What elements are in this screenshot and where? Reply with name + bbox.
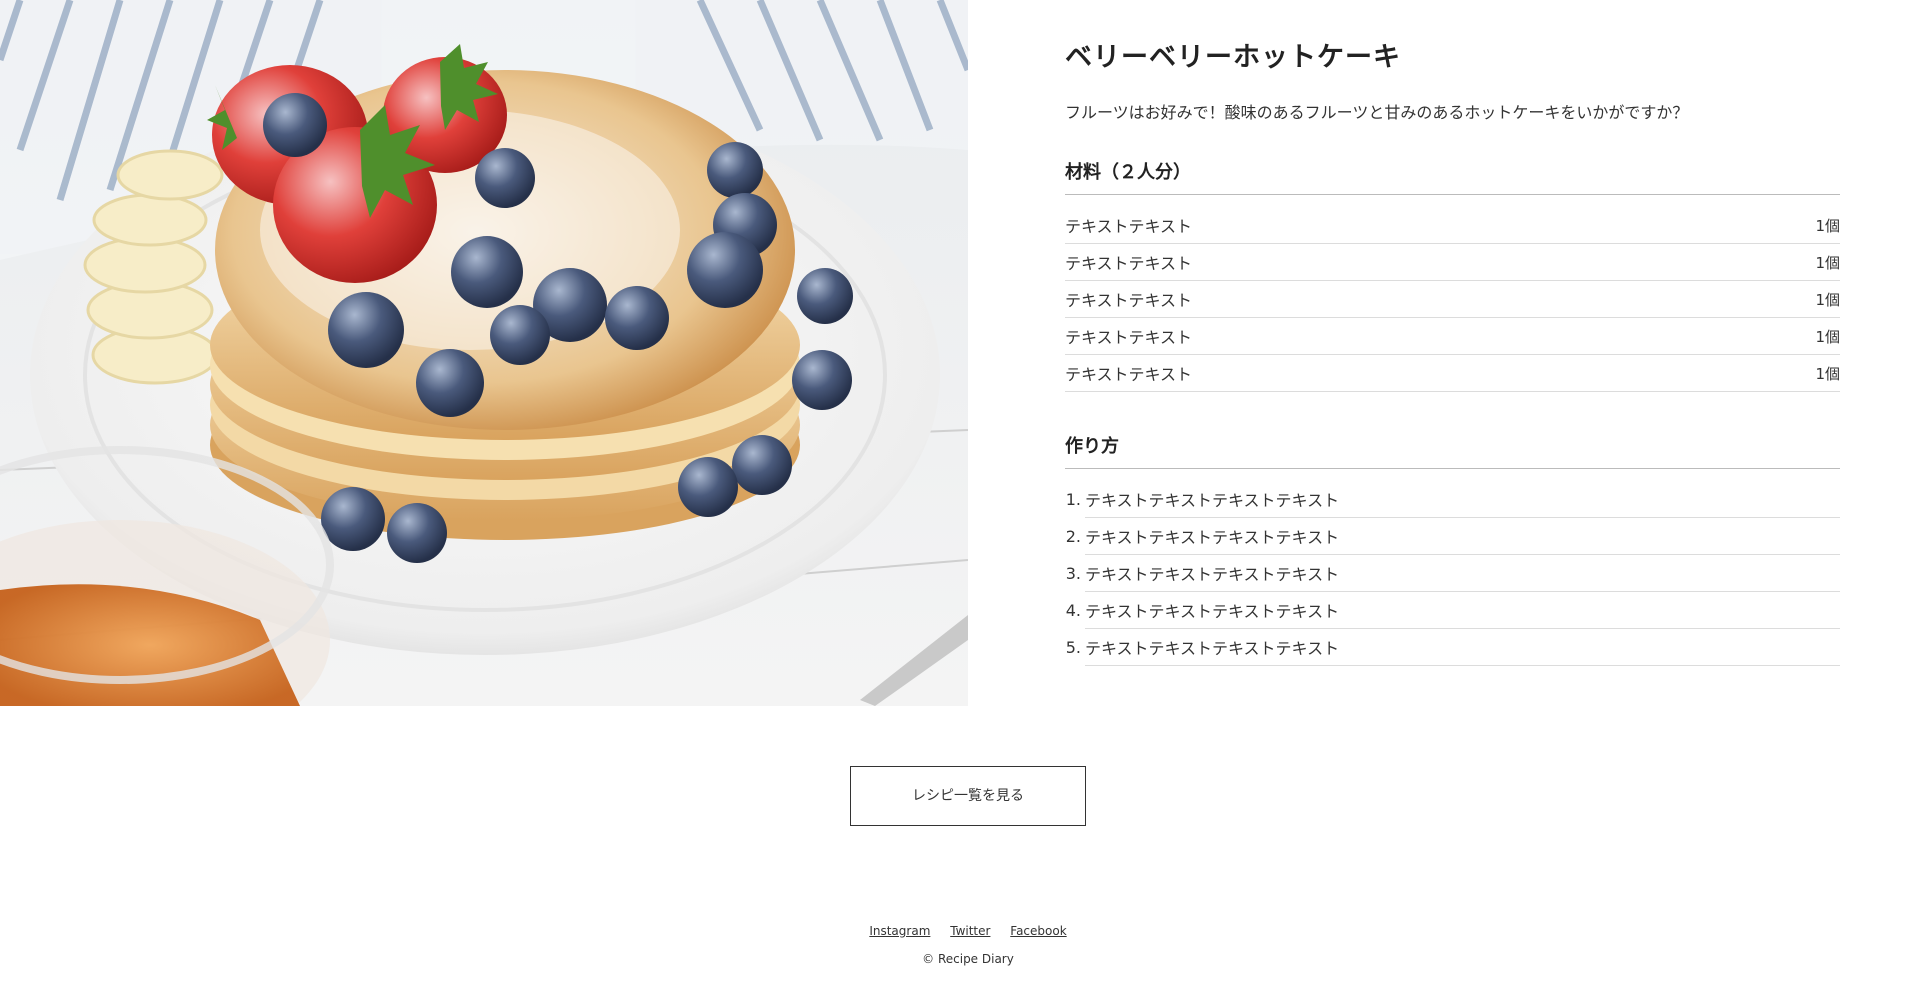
steps-heading: 作り方 <box>1065 432 1840 470</box>
step-item: 3. テキストテキストテキストテキスト <box>1065 555 1840 593</box>
copyright: © Recipe Diary <box>922 952 1014 966</box>
ingredient-item: テキストテキスト 1個 <box>1065 355 1840 393</box>
ingredient-name: テキストテキスト <box>1065 254 1193 274</box>
ingredient-item: テキストテキスト 1個 <box>1065 281 1840 319</box>
ingredient-item: テキストテキスト 1個 <box>1065 244 1840 282</box>
step-text: テキストテキストテキストテキスト <box>1085 555 1840 593</box>
step-text: テキストテキストテキストテキスト <box>1085 629 1840 667</box>
ingredient-quantity: 1個 <box>1815 253 1840 272</box>
step-item: 4. テキストテキストテキストテキスト <box>1065 592 1840 630</box>
facebook-link[interactable]: Facebook <box>1010 924 1066 938</box>
footer: Instagram Twitter Facebook © Recipe Diar… <box>0 924 1920 966</box>
recipe-content: ベリーベリーホットケーキ フルーツはお好みで！酸味のあるフルーツと甘みのあるホッ… <box>1065 40 1840 667</box>
step-number: 5. <box>1065 638 1081 658</box>
step-number: 1. <box>1065 490 1081 510</box>
ingredient-item: テキストテキスト 1個 <box>1065 318 1840 356</box>
step-number: 3. <box>1065 564 1081 584</box>
ingredient-name: テキストテキスト <box>1065 217 1193 237</box>
step-number: 2. <box>1065 527 1081 547</box>
step-item: 2. テキストテキストテキストテキスト <box>1065 518 1840 556</box>
ingredient-name: テキストテキスト <box>1065 328 1193 348</box>
ingredient-item: テキストテキスト 1個 <box>1065 207 1840 245</box>
view-recipe-list-button[interactable]: レシピ一覧を見る <box>850 766 1086 826</box>
step-text: テキストテキストテキストテキスト <box>1085 592 1840 630</box>
step-item: 1. テキストテキストテキストテキスト <box>1065 481 1840 519</box>
ingredient-quantity: 1個 <box>1815 290 1840 309</box>
button-area: レシピ一覧を見る <box>0 766 1920 826</box>
twitter-link[interactable]: Twitter <box>950 924 990 938</box>
step-text: テキストテキストテキストテキスト <box>1085 518 1840 556</box>
recipe-description: フルーツはお好みで！酸味のあるフルーツと甘みのあるホットケーキをいかがですか？ <box>1065 103 1689 123</box>
ingredient-quantity: 1個 <box>1815 327 1840 346</box>
ingredient-name: テキストテキスト <box>1065 291 1193 311</box>
ingredient-name: テキストテキスト <box>1065 365 1193 385</box>
hero-image <box>0 0 968 706</box>
ingredients-list: テキストテキスト 1個 テキストテキスト 1個 テキストテキスト 1個 テキスト… <box>1065 207 1840 393</box>
steps-list: 1. テキストテキストテキストテキスト 2. テキストテキストテキストテキスト … <box>1065 481 1840 667</box>
step-text: テキストテキストテキストテキスト <box>1085 481 1840 519</box>
ingredient-quantity: 1個 <box>1815 216 1840 235</box>
instagram-link[interactable]: Instagram <box>869 924 930 938</box>
ingredient-quantity: 1個 <box>1815 364 1840 383</box>
step-item: 5. テキストテキストテキストテキスト <box>1065 629 1840 667</box>
social-links: Instagram Twitter Facebook <box>0 924 1920 938</box>
recipe-title: ベリーベリーホットケーキ <box>1065 42 1401 73</box>
step-number: 4. <box>1065 601 1081 621</box>
ingredients-heading: 材料（２人分） <box>1065 158 1840 196</box>
pancake-photo-illustration <box>0 0 968 706</box>
